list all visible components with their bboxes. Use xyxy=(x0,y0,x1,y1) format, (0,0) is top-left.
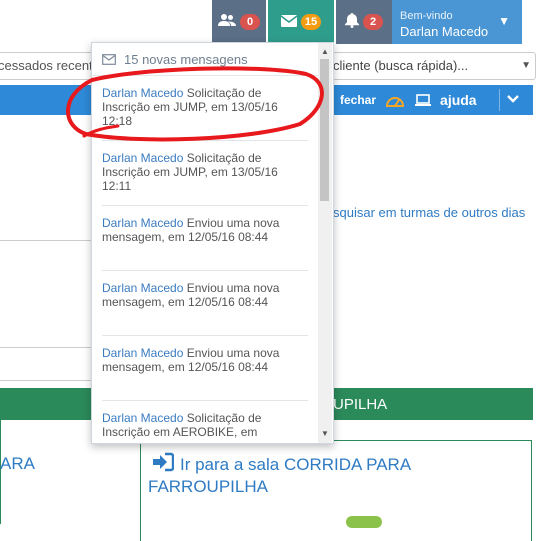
messages-dropdown: 15 novas mensagens Darlan Macedo Solicit… xyxy=(91,42,334,444)
message-sender: Darlan Macedo xyxy=(102,346,184,360)
divider xyxy=(499,89,500,111)
message-item[interactable]: Darlan Macedo Enviou uma nova mensagem, … xyxy=(102,336,308,401)
chevron-down-icon[interactable] xyxy=(506,91,520,107)
user-menu[interactable]: Bem-vindo Darlan Macedo ▼ xyxy=(392,0,522,44)
message-item[interactable]: Darlan Macedo Enviou uma nova mensagem, … xyxy=(102,271,308,336)
message-item[interactable]: Darlan Macedo Solicitação de Inscrição e… xyxy=(102,401,308,443)
groups-button[interactable]: 0 xyxy=(212,0,266,44)
left-panel-link[interactable]: ARA xyxy=(0,454,35,474)
close-button[interactable]: fechar xyxy=(340,93,376,107)
messages-count-text: 15 novas mensagens xyxy=(124,51,248,67)
laptop-icon[interactable] xyxy=(414,93,432,107)
recent-accessed-select[interactable]: cessados recent xyxy=(0,52,97,80)
notifications-badge: 2 xyxy=(363,14,383,30)
client-quick-search[interactable]: cliente (busca rápida)... ▼ xyxy=(330,52,536,80)
action-bar-controls: fechar ajuda xyxy=(333,85,477,115)
messages-badge: 15 xyxy=(300,14,322,30)
client-search-placeholder: cliente (busca rápida)... xyxy=(333,58,469,73)
top-navbar: 0 15 2 Bem-vindo Darlan Macedo ▼ xyxy=(0,0,560,44)
messages-button[interactable]: 15 xyxy=(268,0,334,44)
envelope-icon xyxy=(280,14,298,31)
envelope-icon xyxy=(102,53,116,65)
section-title: UPILHA xyxy=(333,396,388,413)
message-item[interactable]: Darlan Macedo Solicitação de Inscrição e… xyxy=(102,76,308,141)
message-sender: Darlan Macedo xyxy=(102,216,184,230)
notifications-button[interactable]: 2 xyxy=(336,0,392,44)
divider xyxy=(0,240,94,241)
bell-icon xyxy=(345,12,359,32)
search-other-days-link[interactable]: squisar em turmas de outros dias xyxy=(333,205,525,220)
chevron-down-icon: ▼ xyxy=(521,60,531,71)
message-sender: Darlan Macedo xyxy=(102,86,184,100)
message-sender: Darlan Macedo xyxy=(102,151,184,165)
message-sender: Darlan Macedo xyxy=(102,281,184,295)
user-name: Darlan Macedo xyxy=(400,24,489,39)
left-input-field[interactable] xyxy=(0,347,95,381)
dashboard-icon[interactable] xyxy=(386,93,405,107)
help-button[interactable]: ajuda xyxy=(440,92,477,108)
room-link[interactable]: Ir para a sala CORRIDA PARA FARROUPILHA xyxy=(148,454,448,498)
message-item[interactable]: Darlan Macedo Enviou uma nova mensagem, … xyxy=(102,206,308,271)
scroll-up-arrow-icon[interactable]: ▲ xyxy=(321,47,329,56)
welcome-text: Bem-vindo xyxy=(400,10,453,22)
status-badge xyxy=(346,516,382,528)
messages-dropdown-header: 15 novas mensagens xyxy=(92,43,328,76)
messages-list: Darlan Macedo Solicitação de Inscrição e… xyxy=(92,76,318,443)
message-item[interactable]: Darlan Macedo Solicitação de Inscrição e… xyxy=(102,141,308,206)
scrollbar-thumb[interactable] xyxy=(320,59,329,201)
groups-badge: 0 xyxy=(240,14,260,30)
users-icon xyxy=(218,13,236,31)
message-sender: Darlan Macedo xyxy=(102,411,184,425)
navbar-spacer xyxy=(522,0,560,44)
caret-down-icon: ▼ xyxy=(498,14,510,28)
scroll-down-arrow-icon[interactable]: ▼ xyxy=(321,429,329,438)
